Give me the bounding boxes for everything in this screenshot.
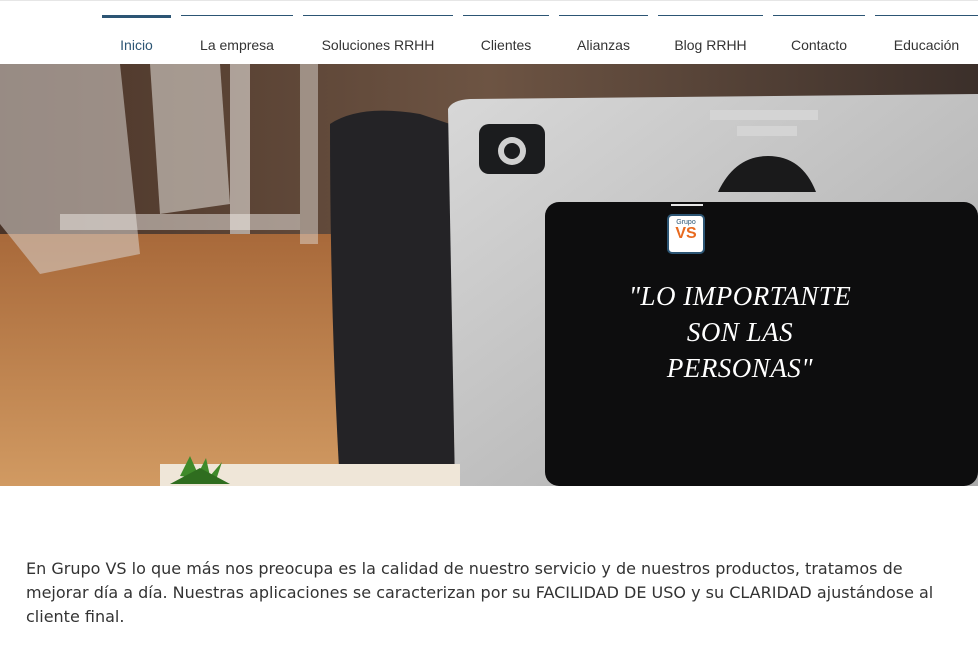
hero-background-image [0,64,978,486]
logo-big-text: VS [675,225,697,242]
quote-line-1: "LO IMPORTANTE [628,281,852,311]
nav-item-blog-rrhh[interactable]: Blog RRHH [658,15,763,66]
nav-item-label: Educación [893,37,960,53]
hero-slideshow[interactable]: Grupo VS "LO IMPORTANTE SON LAS PERSONAS… [0,64,978,486]
intro-paragraph: En Grupo VS lo que más nos preocupa es l… [26,559,934,626]
nav-item-educacion[interactable]: Educación [875,15,978,66]
nav-item-label: Contacto [790,37,848,53]
nav-item-label: Clientes [480,37,532,53]
quote-line-2: SON LAS [686,317,794,347]
grupo-vs-logo: Grupo VS [667,214,705,254]
nav-item-label: La empresa [200,37,274,53]
nav-item-label: Alianzas [577,37,630,53]
nav-item-contacto[interactable]: Contacto [773,15,865,66]
nav-item-la-empresa[interactable]: La empresa [181,15,293,66]
hero-quote: "LO IMPORTANTE SON LAS PERSONAS" [600,278,880,386]
nav-item-soluciones-rrhh[interactable]: Soluciones RRHH [303,15,453,66]
nav-item-clientes[interactable]: Clientes [463,15,549,66]
top-navigation: Inicio La empresa Soluciones RRHH Client… [0,0,978,65]
nav-item-label: Inicio [120,37,153,53]
nav-item-alianzas[interactable]: Alianzas [559,15,648,66]
nav-item-inicio[interactable]: Inicio [102,15,171,68]
quote-line-3: PERSONAS" [666,353,814,383]
nav-item-label: Blog RRHH [674,37,747,53]
nav-item-label: Soluciones RRHH [321,37,435,53]
